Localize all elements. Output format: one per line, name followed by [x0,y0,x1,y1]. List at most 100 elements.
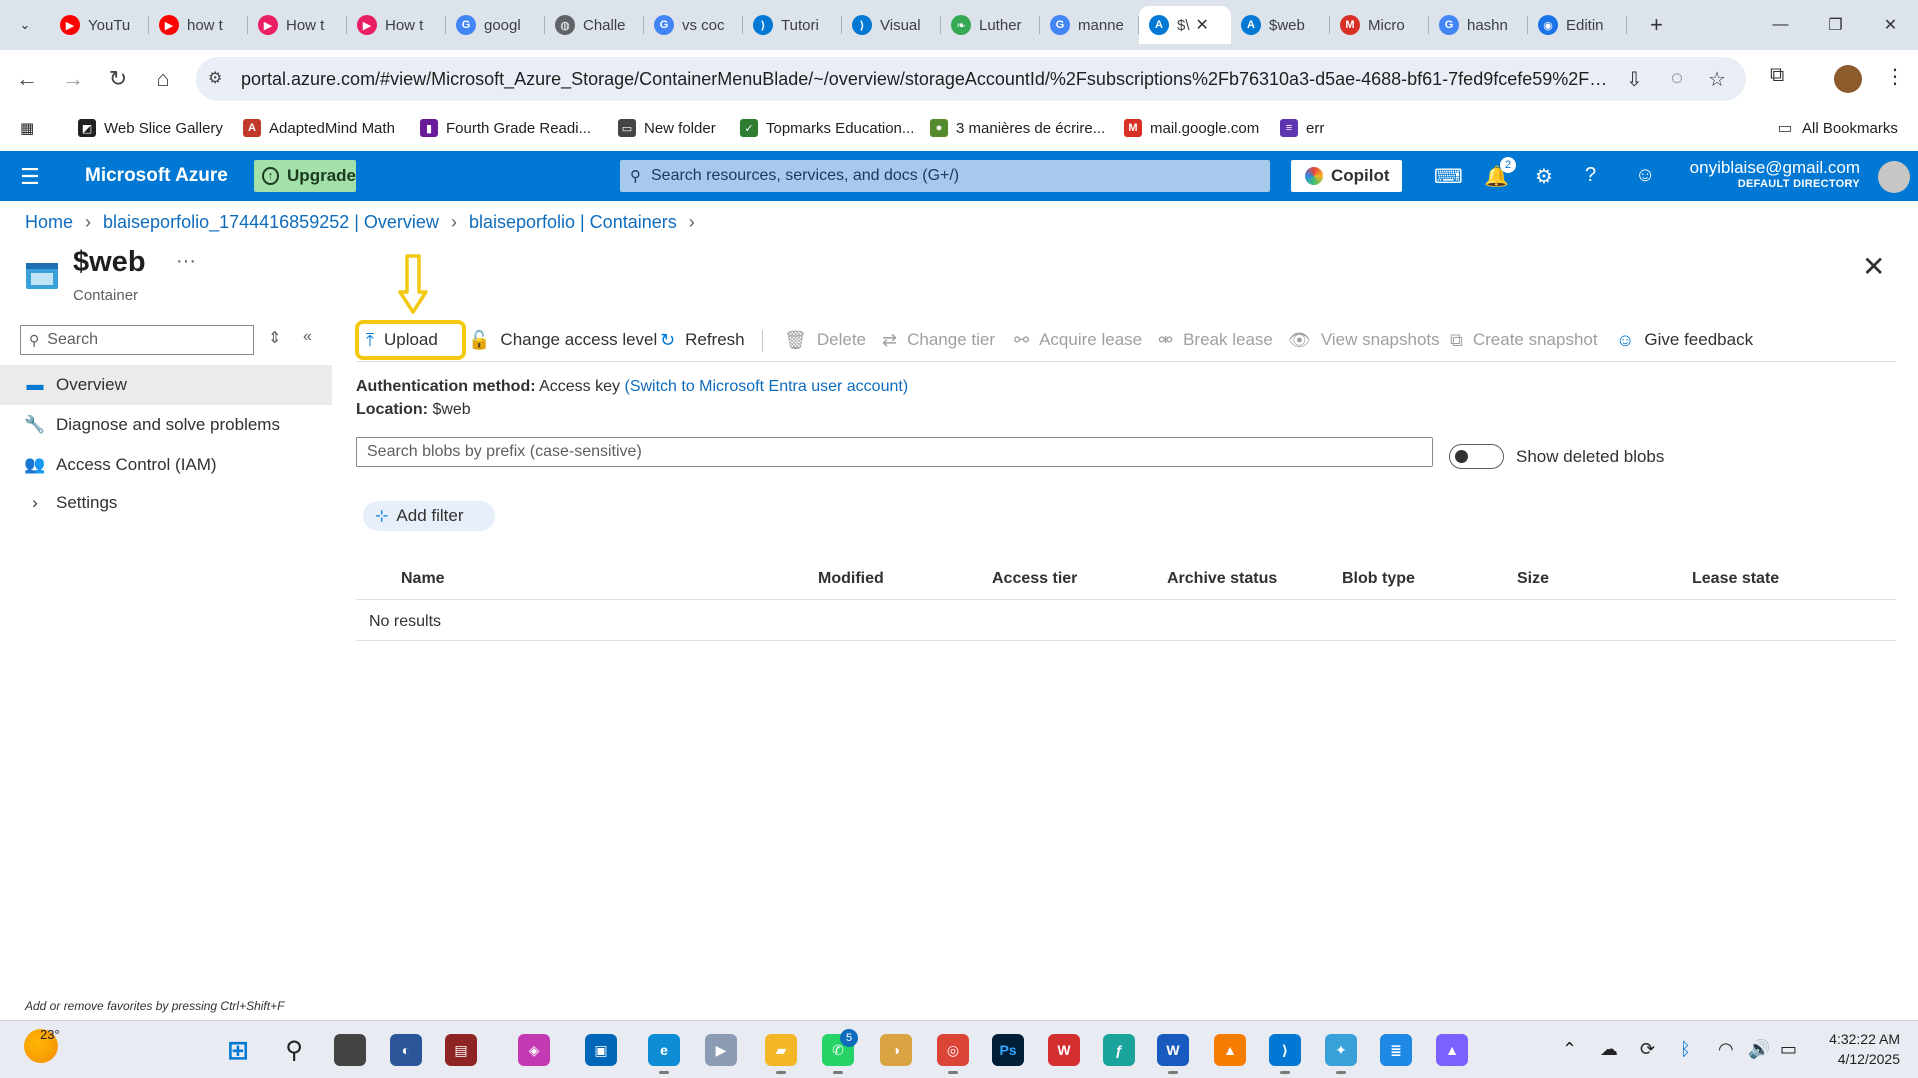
bookmark-item[interactable]: A AdaptedMind Math [243,115,395,141]
breadcrumb-home[interactable]: Home [25,212,73,233]
bookmark-item[interactable]: Mmail.google.com [1124,115,1259,141]
app-icon[interactable]: ◑ [880,1034,912,1066]
taskbar-search-icon[interactable]: ⚲ [278,1034,310,1066]
browser-tab[interactable]: ▶ how t [149,6,248,44]
app-icon[interactable]: ◐ [390,1034,422,1066]
browser-tab[interactable]: ⟩ Tutori [743,6,842,44]
change-access-level-button[interactable]: 🔓 Change access level [468,322,657,358]
browser-tab[interactable]: ◍ Challe [545,6,644,44]
notepad-icon[interactable]: ≣ [1380,1034,1412,1066]
cloud-shell-icon[interactable]: ⌨ [1434,164,1463,189]
battery-icon[interactable]: ▭ [1780,1039,1797,1060]
collapse-menu-icon[interactable]: « [303,328,312,346]
apps-grid-icon[interactable]: ▦ [20,115,34,141]
back-icon[interactable]: ← [12,64,42,94]
column-archive-status[interactable]: Archive status [1167,570,1277,588]
tracking-icon[interactable]: ◌ [1671,67,1683,90]
browser-tab[interactable]: ❧ Luther [941,6,1040,44]
browser-tab[interactable]: ◉ Editin [1528,6,1627,44]
minimize-icon[interactable]: — [1753,0,1808,50]
photoshop-icon[interactable]: Ps [992,1034,1024,1066]
account-info[interactable]: onyiblaise@gmail.com DEFAULT DIRECTORY [1690,158,1860,190]
bluetooth-icon[interactable]: ᛒ [1680,1039,1691,1060]
profile-avatar[interactable] [1834,65,1862,93]
bookmark-item[interactable]: ▮ Fourth Grade Readi... [420,115,591,141]
bookmark-item[interactable]: ▭ New folder [618,115,716,141]
browser-tab-active[interactable]: A $\ ✕ [1139,6,1231,44]
bookmark-item[interactable]: ◩ Web Slice Gallery [78,115,223,141]
wifi-icon[interactable]: ◠ [1718,1039,1734,1060]
url-text[interactable]: portal.azure.com/#view/Microsoft_Azure_S… [241,69,1611,90]
store-icon[interactable]: ▣ [585,1034,617,1066]
browser-tab[interactable]: Gvs coc [644,6,743,44]
app-icon[interactable]: ƒ [1103,1034,1135,1066]
file-explorer-icon[interactable]: ▰ [765,1034,797,1074]
bookmark-item[interactable]: ≡ err [1280,115,1324,141]
add-filter-button[interactable]: ⊹ Add filter [363,501,495,531]
app-icon[interactable]: ▲ [1436,1034,1468,1066]
word-icon[interactable]: W [1157,1034,1189,1074]
sidebar-item-diagnose[interactable]: 🔧 Diagnose and solve problems [0,405,332,445]
site-info-icon[interactable]: ⚙ [208,68,222,88]
vscode-icon[interactable]: ⟩ [1269,1034,1301,1074]
address-bar[interactable]: ⚙ portal.azure.com/#view/Microsoft_Azure… [196,57,1746,101]
show-deleted-toggle[interactable] [1449,444,1504,469]
user-avatar[interactable] [1878,161,1910,193]
settings-gear-icon[interactable]: ⚙ [1535,164,1553,189]
winrar-icon[interactable]: ▤ [445,1034,477,1066]
more-options-icon[interactable]: ··· [176,250,196,273]
reload-icon[interactable]: ↻ [103,64,133,94]
start-windows-icon[interactable]: ⊞ [222,1034,254,1066]
chrome-icon[interactable]: ◎ [937,1034,969,1074]
switch-auth-link[interactable]: (Switch to Microsoft Entra user account) [624,378,908,395]
column-size[interactable]: Size [1517,570,1549,588]
browser-menu-icon[interactable]: ⋮ [1885,64,1905,89]
breadcrumb-containers[interactable]: blaiseporfolio | Containers [469,212,677,233]
install-app-icon[interactable]: ⇩ [1626,67,1643,92]
tray-overflow-icon[interactable]: ⌃ [1562,1039,1577,1060]
give-feedback-button[interactable]: ☺ Give feedback [1616,322,1753,358]
extensions-icon[interactable]: ⧉ [1770,64,1784,87]
browser-tab[interactable]: ▶ YouTu [50,6,149,44]
browser-tab[interactable]: Ghashn [1429,6,1528,44]
view-snapshots-button[interactable]: 👁 View snapshots [1288,322,1440,358]
change-tier-button[interactable]: ⇄ Change tier [882,322,995,358]
sync-icon[interactable]: ⟳ [1640,1039,1655,1060]
help-icon[interactable]: ? [1585,164,1596,187]
blob-prefix-search-input[interactable]: Search blobs by prefix (case-sensitive) [356,437,1433,467]
browser-tab[interactable]: ▶ How t [248,6,347,44]
volume-icon[interactable]: 🔊 [1748,1039,1770,1060]
refresh-button[interactable]: ↻ Refresh [660,322,745,358]
tab-close-icon[interactable]: ✕ [1196,15,1209,35]
column-name[interactable]: Name [401,570,445,588]
browser-tab[interactable]: Gmanne [1040,6,1139,44]
onedrive-icon[interactable]: ☁ [1600,1039,1618,1060]
sidebar-item-overview[interactable]: ▬ Overview [0,365,332,405]
sidebar-item-access[interactable]: 👥 Access Control (IAM) [0,445,332,485]
wps-icon[interactable]: W [1048,1034,1080,1066]
new-tab-icon[interactable]: + [1650,12,1663,38]
home-icon[interactable]: ⌂ [148,64,178,94]
upgrade-button[interactable]: ↑ Upgrade [254,160,356,192]
portal-menu-icon[interactable]: ☰ [20,164,40,190]
column-modified[interactable]: Modified [818,570,884,588]
browser-tab[interactable]: A $web [1231,6,1330,44]
delete-button[interactable]: 🗑 Delete [784,322,866,358]
acquire-lease-button[interactable]: ⚯ Acquire lease [1014,322,1142,358]
media-icon[interactable]: ▶ [705,1034,737,1066]
breadcrumb-storage-account[interactable]: blaiseporfolio_1744416859252 | Overview [103,212,439,233]
sort-icon[interactable]: ⇕ [268,328,281,348]
menu-search-input[interactable]: ⚲ Search [20,325,254,355]
column-access-tier[interactable]: Access tier [992,570,1077,588]
feedback-icon[interactable]: ☺ [1635,164,1655,187]
all-bookmarks[interactable]: ▭ All Bookmarks [1776,115,1897,141]
task-view-icon[interactable] [334,1034,366,1066]
bookmark-item[interactable]: ✓ Topmarks Education... [740,115,914,141]
bookmark-star-icon[interactable]: ☆ [1708,67,1726,92]
system-clock[interactable]: 4:32:22 AM 4/12/2025 [1829,1029,1900,1069]
create-snapshot-button[interactable]: ⧉ Create snapshot [1450,322,1598,358]
forward-icon[interactable]: → [58,64,88,94]
break-lease-button[interactable]: ⚮ Break lease [1158,322,1273,358]
close-window-icon[interactable]: ✕ [1863,0,1918,50]
close-blade-icon[interactable]: ✕ [1862,250,1885,283]
